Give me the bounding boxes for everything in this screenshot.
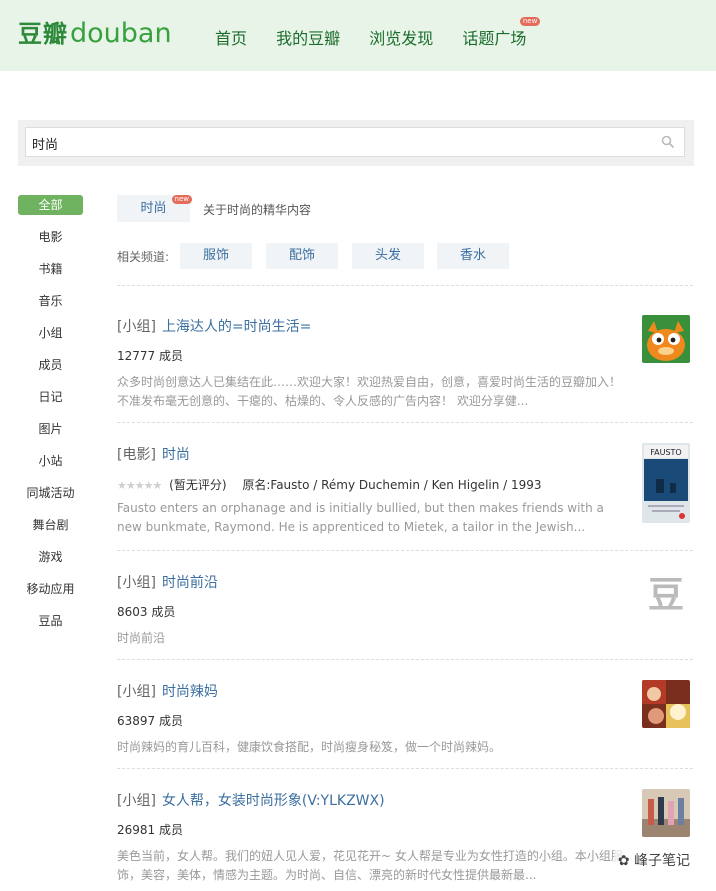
nav-home[interactable]: 首页 [215,25,247,49]
result-title-row: [电影] 时尚 [117,444,693,464]
search-bar [18,120,694,166]
result-item: [小组] 时尚前沿 8603 成员 时尚前沿 [117,572,693,648]
category-events[interactable]: 同城活动 [18,483,83,503]
result-meta: 12777 成员 [117,349,183,363]
douban-logo[interactable]: 豆瓣douban [18,14,172,54]
category-photo[interactable]: 图片 [18,419,83,439]
nav-my-douban[interactable]: 我的豆瓣 [276,25,340,49]
category-music[interactable]: 音乐 [18,291,83,311]
category-sidebar: 全部 电影 书籍 音乐 小组 成员 日记 图片 小站 同城活动 舞台剧 游戏 移… [18,195,83,643]
watermark: ✿ 峰子笔记 [613,849,694,871]
topic-header: 时尚 new 关于时尚的精华内容 [117,195,693,223]
category-drama[interactable]: 舞台剧 [18,515,83,535]
result-title-link[interactable]: 时尚辣妈 [162,684,218,700]
movie-info: 原名:Fausto / Rémy Duchemin / Ken Higelin … [242,478,542,492]
category-diary[interactable]: 日记 [18,387,83,407]
category-site[interactable]: 小站 [18,451,83,471]
poster-text: FAUSTO [650,448,681,457]
result-type: [小组] [117,575,156,591]
category-products[interactable]: 豆品 [18,611,83,631]
result-title-link[interactable]: 时尚前沿 [162,575,218,591]
category-game[interactable]: 游戏 [18,547,83,567]
divider [117,550,693,551]
related-label: 相关频道: [117,250,170,264]
result-title-row: [小组] 时尚辣妈 [117,681,693,701]
divider [117,422,693,423]
nav-topics-label: 话题广场 [462,29,527,48]
divider [117,659,693,660]
channel-perfume[interactable]: 香水 [437,243,509,269]
category-member[interactable]: 成员 [18,355,83,375]
result-item: [小组] 女人帮，女装时尚形象(V:YLKZWX) 26981 成员 美色当前，女… [117,790,693,885]
result-title-link[interactable]: 时尚 [162,447,190,463]
result-type: [电影] [117,447,156,463]
topic-description: 关于时尚的精华内容 [203,203,312,217]
channel-hair[interactable]: 头发 [352,243,424,269]
category-movie[interactable]: 电影 [18,227,83,247]
logo-english: douban [70,18,172,49]
result-title-row: [小组] 上海达人的=时尚生活= [117,316,693,336]
result-title-link[interactable]: 女人帮，女装时尚形象(V:YLKZWX) [162,793,385,809]
result-meta: 63897 成员 [117,714,183,728]
wechat-icon: ✿ [617,853,630,869]
result-title-link[interactable]: 上海达人的=时尚生活= [162,319,311,335]
top-navigation-bar: 豆瓣douban 首页 我的豆瓣 浏览发现 话题广场 new [0,0,716,71]
logo-chinese: 豆瓣 [18,20,68,48]
related-channels: 相关频道: 服饰 配饰 头发 香水 [117,243,693,269]
topic-tag-label: 时尚 [140,201,167,216]
result-description: Fausto enters an orphanage and is initia… [117,501,604,534]
result-title-row: [小组] 女人帮，女装时尚形象(V:YLKZWX) [117,790,693,810]
result-thumbnail[interactable] [642,315,690,363]
category-apps[interactable]: 移动应用 [18,579,83,599]
search-results: 时尚 new 关于时尚的精华内容 相关频道: 服饰 配饰 头发 香水 [117,195,693,269]
result-description: 美色当前，女人帮。我们的妞人见人爱，花见花开~ 女人帮是专业为女性打造的小组。本… [117,849,623,882]
result-meta: 26981 成员 [117,823,183,837]
divider [117,768,693,769]
result-meta: ★★★★★ (暂无评分) 原名:Fausto / Rémy Duchemin /… [117,476,693,493]
result-type: [小组] [117,793,156,809]
result-thumbnail[interactable] [642,680,690,728]
result-item: [电影] 时尚 ★★★★★ (暂无评分) 原名:Fausto / Rémy Duc… [117,444,693,537]
watermark-text: 峰子笔记 [634,853,690,869]
channel-clothing[interactable]: 服饰 [180,243,252,269]
topic-new-badge: new [171,195,192,204]
result-thumbnail[interactable] [642,789,690,837]
rating-text: (暂无评分) [169,478,227,492]
main-nav: 首页 我的豆瓣 浏览发现 话题广场 new [215,17,550,49]
result-description: 时尚前沿 [117,631,166,645]
category-all[interactable]: 全部 [18,195,83,215]
search-input[interactable] [30,130,654,156]
douban-default-icon[interactable]: 豆 [642,572,690,620]
movie-poster[interactable]: FAUSTO [642,443,690,523]
topic-tag[interactable]: 时尚 new [117,195,192,222]
nav-topics[interactable]: 话题广场 new [462,17,541,49]
result-description: 众多时尚创意达人已集结在此……欢迎大家！欢迎热爱自由，创意，喜爱时尚生活的豆瓣加… [117,375,622,408]
divider [117,285,693,286]
result-type: [小组] [117,319,156,335]
rating-stars: ★★★★★ [117,479,162,492]
category-group[interactable]: 小组 [18,323,83,343]
search-icon[interactable] [661,135,675,149]
channel-accessories[interactable]: 配饰 [266,243,338,269]
result-meta: 8603 成员 [117,605,176,619]
search-box [25,127,685,157]
nav-explore[interactable]: 浏览发现 [369,25,433,49]
result-item: [小组] 上海达人的=时尚生活= 12777 成员 众多时尚创意达人已集结在此……… [117,316,693,411]
result-item: [小组] 时尚辣妈 63897 成员 时尚辣妈的育儿百科，健康饮食搭配，时尚瘦身秘… [117,681,693,757]
result-description: 时尚辣妈的育儿百科，健康饮食搭配，时尚瘦身秘笈，做一个时尚辣妈。 [117,740,502,754]
result-type: [小组] [117,684,156,700]
category-book[interactable]: 书籍 [18,259,83,279]
result-title-row: [小组] 时尚前沿 [117,572,693,592]
new-badge: new [519,17,541,26]
